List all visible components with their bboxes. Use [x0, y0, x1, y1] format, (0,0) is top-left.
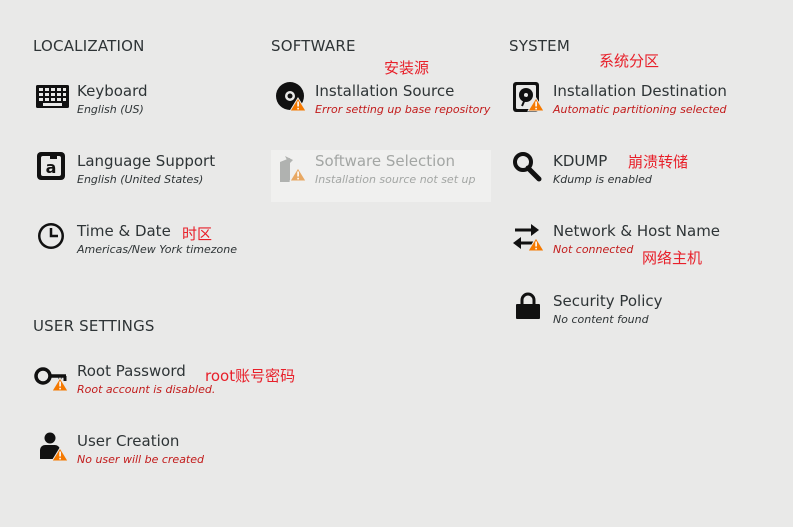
package-warning-icon	[271, 152, 309, 190]
spoke-network-status: Not connected	[553, 243, 634, 256]
spoke-keyboard[interactable]: Keyboard English (US)	[33, 82, 253, 134]
harddisk-warning-icon	[509, 82, 547, 120]
spoke-user-creation[interactable]: User Creation No user will be created	[33, 432, 253, 484]
spoke-install-dest-status: Automatic partitioning selected	[553, 103, 727, 116]
annotation-kdump: 崩溃转储	[628, 153, 689, 171]
spoke-language-support[interactable]: a Language Support English (United State…	[33, 152, 253, 204]
spoke-install-source-status: Error setting up base repository	[315, 103, 491, 116]
spoke-time-date[interactable]: Time & Date Americas/New York timezone	[33, 222, 253, 274]
spoke-root-status: Root account is disabled.	[77, 383, 216, 396]
section-title-localization: LOCALIZATION	[33, 37, 145, 55]
spoke-language-title: Language Support	[77, 152, 216, 170]
annotation-install-dest: 系统分区	[599, 52, 660, 70]
network-warning-icon	[509, 222, 547, 260]
spoke-software-selection-title: Software Selection	[315, 152, 456, 170]
keyboard-icon	[33, 82, 71, 120]
spoke-install-source-title: Installation Source	[315, 82, 455, 100]
spoke-installation-destination[interactable]: Installation Destination Automatic parti…	[509, 82, 729, 134]
annotation-time: 时区	[182, 225, 213, 243]
spoke-keyboard-status: English (US)	[77, 103, 144, 116]
spoke-installation-source[interactable]: Installation Source Error setting up bas…	[271, 82, 491, 134]
spoke-security-title: Security Policy	[553, 292, 663, 310]
spoke-install-dest-title: Installation Destination	[553, 82, 727, 100]
spoke-time-title: Time & Date	[77, 222, 171, 240]
spoke-kdump[interactable]: KDUMP Kdump is enabled	[509, 152, 729, 204]
annotation-root: root账号密码	[205, 367, 296, 385]
lock-icon	[509, 292, 547, 330]
spoke-kdump-status: Kdump is enabled	[553, 173, 652, 186]
section-title-user-settings: USER SETTINGS	[33, 317, 155, 335]
spoke-software-selection-status: Installation source not set up	[315, 173, 476, 186]
clock-icon	[33, 222, 71, 260]
annotation-install-source: 安装源	[384, 59, 430, 77]
spoke-kdump-title: KDUMP	[553, 152, 608, 170]
spoke-security-policy[interactable]: Security Policy No content found	[509, 292, 729, 344]
spoke-security-status: No content found	[553, 313, 649, 326]
spoke-keyboard-title: Keyboard	[77, 82, 148, 100]
spoke-user-title: User Creation	[77, 432, 180, 450]
user-warning-icon	[33, 432, 71, 470]
spoke-network-title: Network & Host Name	[553, 222, 721, 240]
magnifier-icon	[509, 152, 547, 190]
spoke-language-status: English (United States)	[77, 173, 204, 186]
svg-text:a: a	[46, 158, 57, 177]
spoke-software-selection: Software Selection Installation source n…	[271, 152, 491, 204]
section-title-system: SYSTEM	[509, 37, 570, 55]
key-warning-icon	[33, 362, 71, 400]
annotation-network: 网络主机	[642, 249, 703, 267]
disc-warning-icon	[271, 82, 309, 120]
section-title-software: SOFTWARE	[271, 37, 356, 55]
spoke-root-title: Root Password	[77, 362, 186, 380]
language-icon: a	[33, 152, 71, 190]
spoke-user-status: No user will be created	[77, 453, 204, 466]
spoke-time-status: Americas/New York timezone	[77, 243, 238, 256]
